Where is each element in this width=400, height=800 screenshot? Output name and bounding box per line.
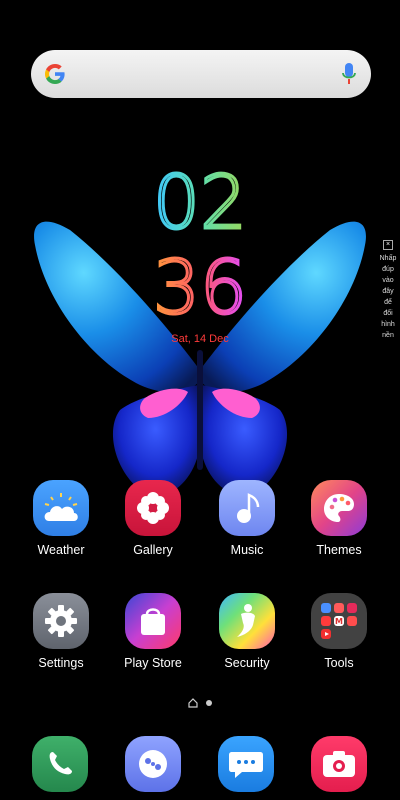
- app-label: Play Store: [124, 656, 182, 670]
- page-dot-active[interactable]: [206, 700, 212, 706]
- dock-camera[interactable]: [311, 736, 367, 792]
- app-label: Music: [230, 543, 264, 557]
- play-store-icon: [125, 593, 181, 649]
- music-icon: [219, 480, 275, 536]
- app-label: Security: [224, 656, 270, 670]
- hint-word: hình: [381, 321, 395, 328]
- security-icon: [219, 593, 275, 649]
- app-play-store[interactable]: Play Store: [113, 593, 193, 670]
- clock-hours[interactable]: 02: [0, 160, 400, 240]
- dock-messages[interactable]: [218, 736, 274, 792]
- hint-word: đúp: [382, 266, 394, 273]
- google-logo-icon: [45, 64, 65, 84]
- app-label: Weather: [37, 543, 85, 557]
- app-label: Themes: [316, 543, 362, 557]
- contacts-icon: [139, 750, 167, 778]
- close-icon[interactable]: ×: [383, 240, 393, 250]
- phone-icon: [49, 752, 72, 775]
- settings-icon: [33, 593, 89, 649]
- svg-text:M: M: [335, 617, 343, 626]
- search-input[interactable]: [75, 60, 325, 88]
- page-indicator[interactable]: [0, 697, 400, 709]
- svg-text:36: 36: [153, 245, 247, 325]
- tools-folder-icon: M: [311, 593, 367, 649]
- app-weather[interactable]: Weather: [21, 480, 101, 557]
- hint-word: đây: [382, 288, 394, 295]
- app-tools-folder[interactable]: M Tools: [299, 593, 379, 670]
- app-themes[interactable]: Themes: [299, 480, 379, 557]
- messages-icon: [229, 752, 263, 778]
- gallery-icon: [125, 480, 181, 536]
- home-page-icon[interactable]: [188, 698, 198, 708]
- svg-text:02: 02: [153, 160, 247, 240]
- app-label: Settings: [38, 656, 84, 670]
- weather-icon: [33, 480, 89, 536]
- app-label: Gallery: [133, 543, 173, 557]
- hint-word: đổi: [383, 310, 393, 317]
- camera-icon: [323, 751, 355, 777]
- clock-minutes[interactable]: 36: [0, 245, 400, 325]
- app-music[interactable]: Music: [207, 480, 287, 557]
- themes-icon: [311, 480, 367, 536]
- dock-phone[interactable]: [32, 736, 88, 792]
- wallpaper-butterfly[interactable]: [0, 0, 400, 800]
- dock-contacts[interactable]: [125, 736, 181, 792]
- app-gallery[interactable]: Gallery: [113, 480, 193, 557]
- clock-date: Sat, 14 Dec: [171, 333, 229, 345]
- app-security[interactable]: Security: [207, 593, 287, 670]
- google-search-bar[interactable]: [31, 50, 371, 98]
- hint-word: để: [384, 299, 392, 306]
- app-label: Tools: [324, 656, 354, 670]
- wallpaper-change-hint[interactable]: × Nhấp đúp vào đây để đổi hình nền: [378, 240, 398, 341]
- hint-word: Nhấp: [379, 255, 397, 262]
- hint-word: vào: [382, 277, 394, 284]
- app-settings[interactable]: Settings: [21, 593, 101, 670]
- hint-word: nền: [382, 332, 394, 339]
- microphone-icon[interactable]: [341, 62, 357, 86]
